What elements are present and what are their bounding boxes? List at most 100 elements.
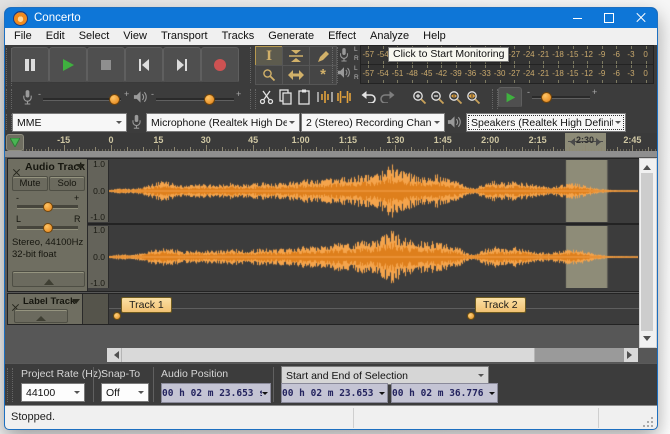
scroll-left-arrow[interactable]	[107, 348, 121, 362]
recording-volume-mic-icon	[21, 89, 34, 106]
vertical-scrollbar[interactable]	[639, 158, 657, 348]
menu-item[interactable]: Transport	[154, 28, 215, 45]
recording-volume-thumb[interactable]	[109, 94, 120, 105]
mixer-grabber[interactable]	[6, 89, 12, 109]
amp-scale-label: -1.0	[88, 279, 108, 288]
pause-button[interactable]	[11, 47, 49, 83]
audio-track-control-panel[interactable]: Audio Track Mute Solo - + L R Stereo, 44…	[8, 159, 88, 291]
zoom-out-button[interactable]	[428, 87, 446, 107]
menu-item[interactable]: View	[116, 28, 154, 45]
time-shift-tool-button[interactable]	[282, 65, 310, 85]
silence-audio-button[interactable]	[335, 87, 353, 107]
play-speed-slider[interactable]	[532, 96, 590, 99]
menu-item[interactable]: Generate	[261, 28, 321, 45]
gain-slider-thumb[interactable]	[43, 202, 53, 212]
label-tag[interactable]: Track 2	[475, 297, 526, 313]
play-at-speed-button[interactable]	[498, 87, 522, 108]
menu-item[interactable]: Tracks	[215, 28, 262, 45]
record-button[interactable]	[201, 47, 239, 83]
playback-volume-slider[interactable]	[156, 98, 234, 101]
status-separator	[598, 408, 599, 428]
resize-grip-icon[interactable]	[643, 417, 645, 419]
title-bar: Concerto	[5, 8, 657, 28]
scroll-down-arrow[interactable]	[640, 334, 654, 347]
menu-item[interactable]: Select	[72, 28, 117, 45]
zoom-in-button[interactable]	[410, 87, 428, 107]
pan-slider[interactable]	[17, 226, 78, 230]
selection-toolbar-grabber[interactable]	[7, 368, 13, 402]
cut-button[interactable]	[257, 87, 275, 107]
label-area[interactable]: Track 1 Track 2	[109, 294, 639, 324]
recording-device-select[interactable]: Microphone (Realtek High Defini	[146, 113, 300, 132]
playback-volume-thumb[interactable]	[204, 94, 215, 105]
selection-start-field[interactable]: 00 h 02 m 23.653 s	[281, 383, 388, 403]
recording-volume-slider[interactable]	[43, 98, 121, 101]
vertical-scroll-thumb[interactable]	[641, 173, 653, 331]
play-speed-thumb[interactable]	[541, 92, 552, 103]
menu-item[interactable]: Effect	[321, 28, 363, 45]
skip-to-end-button[interactable]	[163, 47, 201, 83]
mute-button[interactable]: Mute	[12, 176, 48, 191]
trim-audio-button[interactable]	[316, 87, 334, 107]
scroll-up-arrow[interactable]	[640, 159, 654, 172]
label-tag[interactable]: Track 1	[121, 297, 172, 313]
label-anchor-icon[interactable]	[113, 312, 121, 320]
solo-button[interactable]: Solo	[49, 176, 85, 191]
label-track-collapse-button[interactable]	[14, 309, 68, 323]
track-close-icon[interactable]	[13, 169, 20, 176]
zoom-fit-button[interactable]	[464, 87, 482, 107]
label-track-control-panel[interactable]: Label Track	[8, 294, 83, 324]
meter-scale-label: -57	[361, 65, 376, 83]
menu-item[interactable]: Analyze	[363, 28, 416, 45]
zoom-selection-button[interactable]	[446, 87, 464, 107]
menu-item[interactable]: Edit	[39, 28, 72, 45]
horizontal-scrollbar[interactable]	[107, 348, 638, 362]
play-volume-plus: +	[236, 90, 241, 99]
pan-slider-thumb[interactable]	[43, 223, 53, 233]
menu-item[interactable]: Help	[416, 28, 453, 45]
stop-button[interactable]	[87, 47, 125, 83]
edit-grabber[interactable]	[250, 89, 256, 109]
horizontal-scroll-thumb[interactable]	[121, 348, 535, 362]
track-collapse-button[interactable]	[12, 271, 85, 287]
snap-to-select[interactable]: Off	[101, 383, 149, 402]
label-anchor-icon[interactable]	[467, 312, 475, 320]
gain-slider[interactable]	[17, 205, 78, 209]
audio-host-select[interactable]: MME	[12, 113, 127, 132]
project-rate-select[interactable]: 44100	[21, 383, 85, 402]
track-menu-chevron-icon[interactable]	[76, 164, 84, 173]
skip-to-start-button[interactable]	[125, 47, 163, 83]
chevron-down-icon	[379, 392, 385, 398]
chevron-down-icon	[289, 121, 295, 127]
close-button[interactable]	[625, 8, 657, 28]
selection-tool-button[interactable]: I	[255, 46, 283, 66]
copy-button[interactable]	[276, 87, 294, 107]
label-track-menu-chevron-icon[interactable]	[72, 299, 80, 308]
recording-channels-select[interactable]: 2 (Stereo) Recording Channels	[301, 113, 445, 132]
paste-button[interactable]	[295, 87, 313, 107]
ruler-tick-label: 1:00	[292, 135, 310, 145]
selection-left-arrow-icon	[566, 138, 575, 146]
menu-item[interactable]: File	[7, 28, 39, 45]
play-button[interactable]	[49, 47, 87, 83]
scroll-right-arrow[interactable]	[624, 348, 638, 362]
envelope-tool-button[interactable]	[282, 46, 310, 66]
label-track-title[interactable]: Label Track	[23, 296, 75, 307]
pencil-icon	[317, 50, 330, 63]
redo-button[interactable]	[378, 87, 396, 107]
undo-button[interactable]	[360, 87, 378, 107]
play-meter[interactable]: -57-54-51-48-45-42-39-36-33-30-27-24-21-…	[360, 64, 654, 84]
zoom-tool-button[interactable]	[255, 65, 283, 85]
timeline-ruler[interactable]: -1501530451:001:151:301:452:002:152:302:…	[5, 133, 657, 152]
audio-position-field[interactable]: 00 h 02 m 23.653 s	[161, 383, 271, 403]
meter-scale-label: -18	[551, 46, 566, 64]
pinned-play-head-button[interactable]	[6, 134, 24, 151]
channel-divider	[88, 223, 639, 225]
minimize-button[interactable]	[561, 8, 593, 28]
selection-end-field[interactable]: 00 h 02 m 36.776 s	[391, 383, 498, 403]
playback-device-select[interactable]: Speakers (Realtek High Definiti	[466, 113, 626, 132]
waveform-left-channel[interactable]	[109, 160, 638, 222]
waveform-right-channel[interactable]	[109, 226, 638, 288]
chevron-down-icon	[262, 392, 268, 398]
maximize-button[interactable]	[593, 8, 625, 28]
